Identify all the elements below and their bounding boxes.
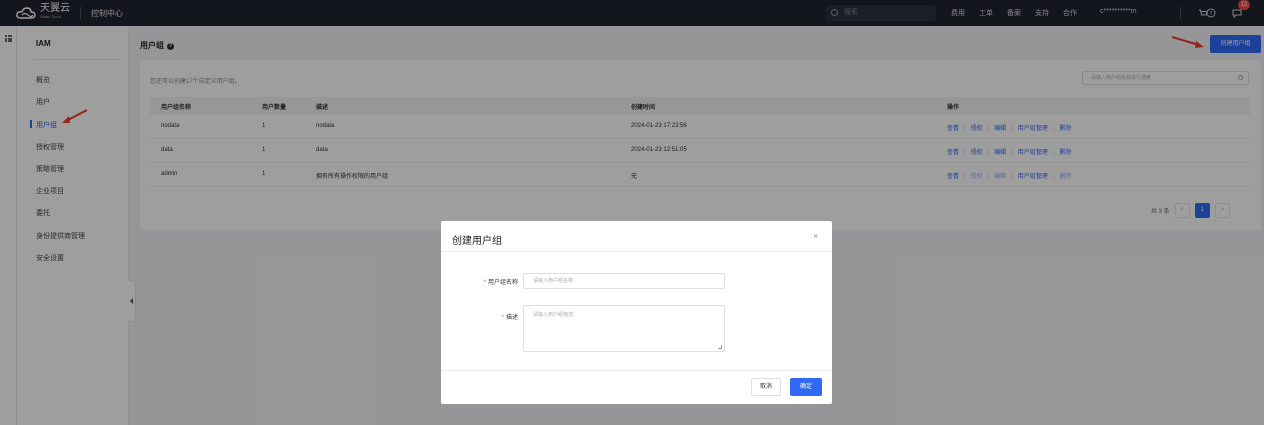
divider [441, 251, 832, 252]
divider [441, 370, 832, 371]
group-name-label: * 用户组名称 [483, 280, 518, 286]
description-placeholder: 请输入用户组描述 [533, 312, 574, 318]
resize-handle-icon[interactable] [718, 345, 722, 349]
dialog-title: 创建用户组 [452, 236, 502, 247]
description-textarea[interactable]: 请输入用户组描述 [523, 305, 725, 352]
close-icon[interactable]: × [813, 231, 818, 241]
confirm-button[interactable]: 确定 [790, 378, 822, 396]
group-name-placeholder: 请输入用户组名称 [533, 278, 574, 284]
create-user-group-dialog: 创建用户组 × * 用户组名称 请输入用户组名称 * 描述 请输入用户组描述 取消 … [441, 221, 832, 404]
cancel-button[interactable]: 取消 [751, 378, 781, 396]
group-name-input[interactable]: 请输入用户组名称 [523, 273, 725, 289]
description-label: * 描述 [501, 315, 518, 321]
